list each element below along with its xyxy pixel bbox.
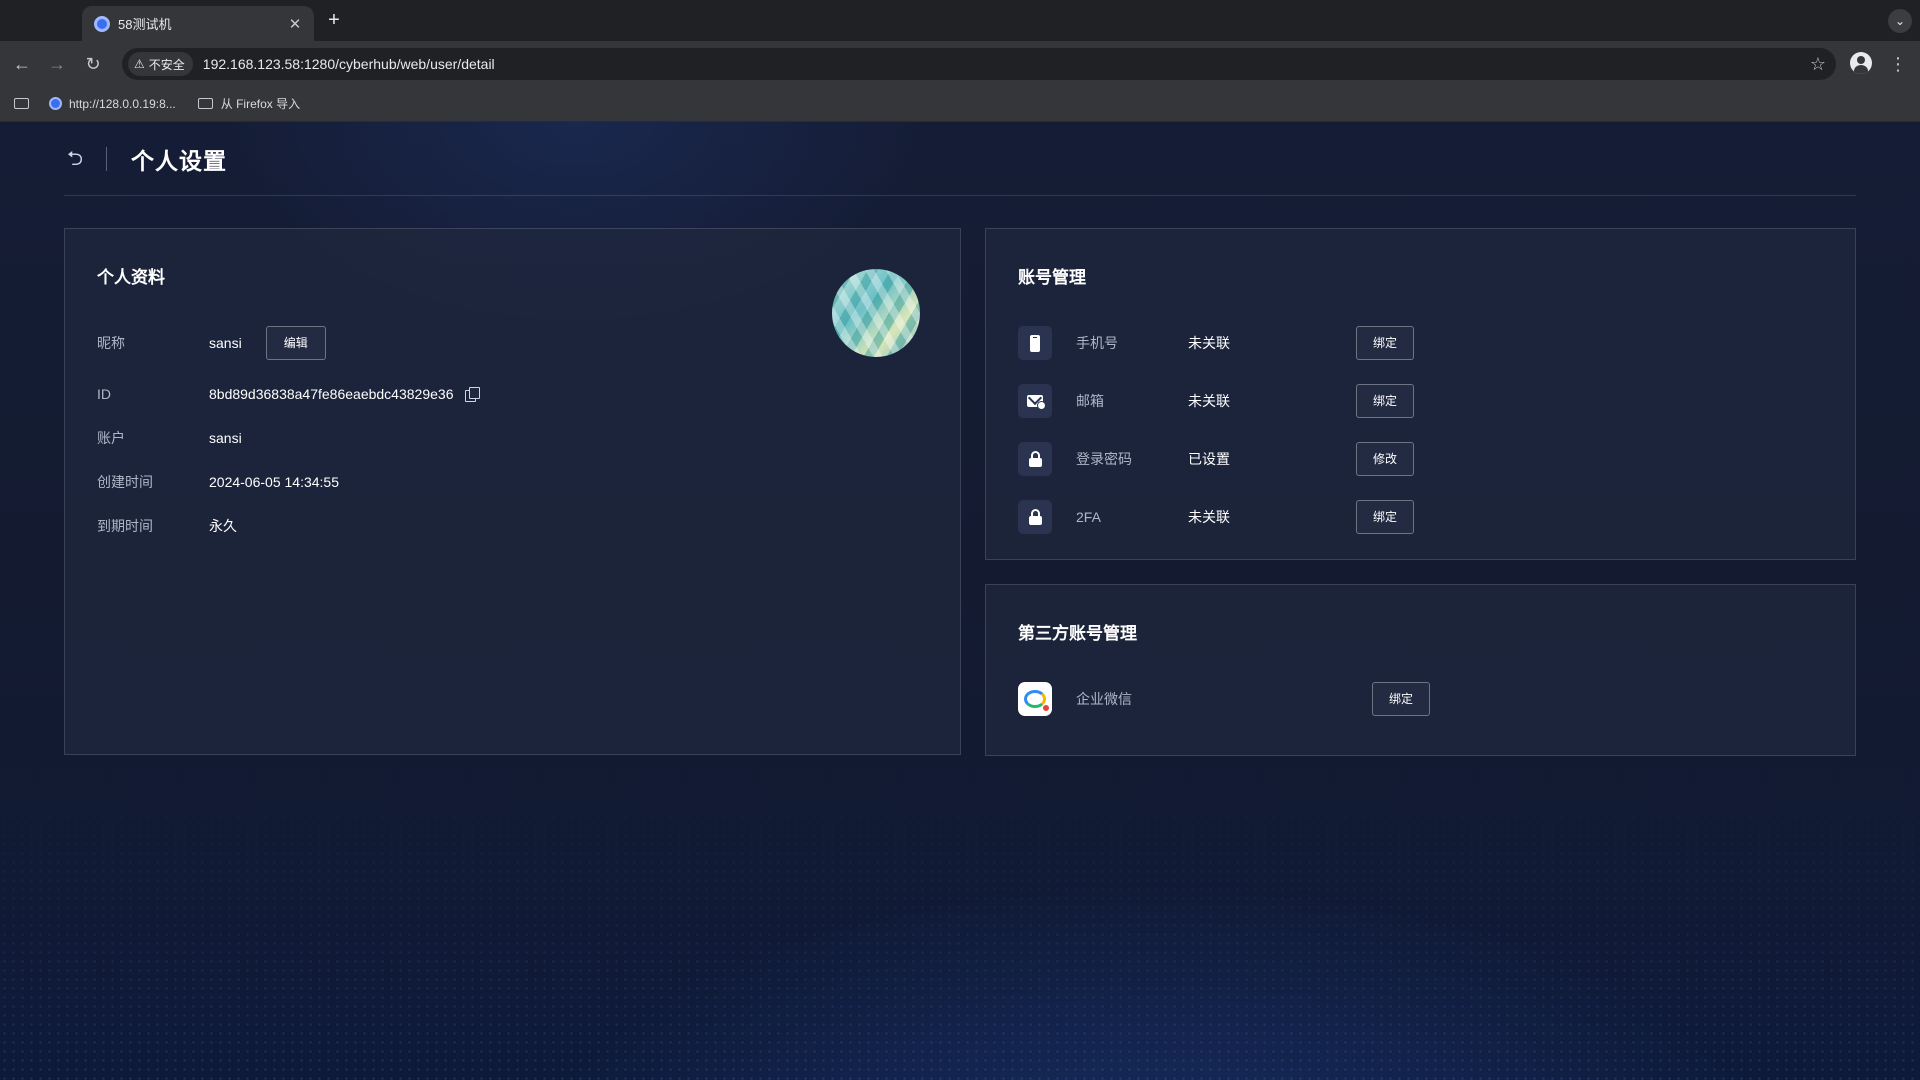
bind-wecom-button[interactable]: 绑定 <box>1372 682 1430 716</box>
bookmark-folder[interactable]: 从 Firefox 导入 <box>197 95 301 112</box>
site-favicon-icon <box>49 97 62 110</box>
bind-phone-button[interactable]: 绑定 <box>1356 326 1414 360</box>
address-bar[interactable]: ⚠ 不安全 192.168.123.58:1280/cyberhub/web/u… <box>122 48 1836 80</box>
account-label: 手机号 <box>1076 335 1118 351</box>
back-arrow-icon[interactable]: ← <box>9 51 35 77</box>
info-row-id: ID 8bd89d36838a47fe86eaebdc43829e36 <box>97 377 481 411</box>
bind-email-button[interactable]: 绑定 <box>1356 384 1414 418</box>
third-party-card-title: 第三方账号管理 <box>1018 624 1137 643</box>
info-row-account: 账户 sansi <box>97 421 242 455</box>
info-row-expiry: 到期时间 永久 <box>97 509 237 543</box>
url-text[interactable]: 192.168.123.58:1280/cyberhub/web/user/de… <box>203 56 1800 72</box>
background-dots <box>0 750 1920 1080</box>
browser-tabstrip: 58测试机 ✕ + ⌄ <box>0 0 1920 41</box>
third-party-label: 企业微信 <box>1076 691 1132 707</box>
third-party-card: 第三方账号管理 企业微信 绑定 <box>985 584 1856 756</box>
account-label: 2FA <box>1076 509 1101 525</box>
account-label: 登录密码 <box>1076 451 1132 467</box>
tab-title: 58测试机 <box>118 17 172 32</box>
account-label: 邮箱 <box>1076 393 1104 409</box>
mail-icon <box>1018 384 1052 418</box>
info-value: 2024-06-05 14:34:55 <box>209 474 339 490</box>
account-status: 未关联 <box>1188 509 1230 525</box>
browser-menu-icon[interactable]: ⋮ <box>1888 51 1908 77</box>
security-chip[interactable]: ⚠ 不安全 <box>128 52 193 76</box>
page-title: 个人设置 <box>131 147 227 174</box>
info-row-created: 创建时间 2024-06-05 14:34:55 <box>97 465 339 499</box>
page-viewport: ⮌ 个人设置 个人资料 昵称 sansi 编辑 ID 8bd89d36838a4… <box>0 122 1920 1080</box>
edit-nickname-button[interactable]: 编辑 <box>265 326 326 360</box>
info-value: 8bd89d36838a47fe86eaebdc43829e36 <box>209 386 454 402</box>
back-icon[interactable]: ⮌ <box>64 148 86 170</box>
copy-icon[interactable] <box>465 387 481 402</box>
third-party-row-wecom: 企业微信 绑定 <box>1018 681 1430 717</box>
bookmarks-bar: http://128.0.0.19:8... 从 Firefox 导入 <box>0 86 1920 122</box>
forward-arrow-icon[interactable]: → <box>44 51 70 77</box>
profile-avatar-icon[interactable] <box>1850 52 1872 74</box>
lock-icon <box>1018 500 1052 534</box>
site-favicon-icon <box>94 15 110 32</box>
apps-folder-icon[interactable] <box>14 98 29 109</box>
profile-card: 个人资料 昵称 sansi 编辑 ID 8bd89d36838a47fe86ea… <box>64 228 961 755</box>
account-card: 账号管理 手机号 未关联 绑定 邮箱 未关联 绑定 登录密码 已设置 修改 2F… <box>985 228 1856 560</box>
profile-card-title: 个人资料 <box>97 268 165 287</box>
account-status: 未关联 <box>1188 393 1230 409</box>
info-label: ID <box>97 386 111 402</box>
bookmark-item[interactable]: http://128.0.0.19:8... <box>49 97 176 111</box>
info-value: sansi <box>209 335 242 351</box>
browser-toolbar: ← → ↻ ⚠ 不安全 192.168.123.58:1280/cyberhub… <box>0 41 1920 86</box>
account-row-2fa: 2FA 未关联 绑定 <box>1018 499 1414 535</box>
info-label: 到期时间 <box>97 518 153 534</box>
reload-icon[interactable]: ↻ <box>80 51 106 77</box>
new-tab-button[interactable]: + <box>322 9 346 33</box>
info-value: 永久 <box>209 518 237 534</box>
account-status: 未关联 <box>1188 335 1230 351</box>
phone-icon <box>1018 326 1052 360</box>
lock-icon <box>1018 442 1052 476</box>
user-avatar[interactable] <box>832 269 920 357</box>
account-row-phone: 手机号 未关联 绑定 <box>1018 325 1414 361</box>
info-value: sansi <box>209 430 242 446</box>
header-divider <box>106 146 107 171</box>
account-card-title: 账号管理 <box>1018 268 1086 287</box>
info-label: 昵称 <box>97 335 125 351</box>
close-tab-icon[interactable]: ✕ <box>286 15 304 33</box>
info-label: 创建时间 <box>97 474 153 490</box>
wecom-icon <box>1018 682 1052 716</box>
account-status: 已设置 <box>1188 451 1230 467</box>
security-label: 不安全 <box>148 57 185 72</box>
bookmark-star-icon[interactable]: ☆ <box>1800 54 1836 75</box>
browser-tab[interactable]: 58测试机 ✕ <box>82 6 314 41</box>
page-header: ⮌ 个人设置 <box>64 122 1856 196</box>
bookmark-label: http://128.0.0.19:8... <box>69 96 176 111</box>
warning-icon: ⚠ <box>134 57 145 71</box>
tab-search-button[interactable]: ⌄ <box>1888 9 1912 33</box>
folder-icon <box>197 98 213 109</box>
bind-2fa-button[interactable]: 绑定 <box>1356 500 1414 534</box>
info-label: 账户 <box>97 430 125 446</box>
bookmark-label: 从 Firefox 导入 <box>220 97 301 111</box>
change-password-button[interactable]: 修改 <box>1356 442 1414 476</box>
account-row-password: 登录密码 已设置 修改 <box>1018 441 1414 477</box>
account-row-email: 邮箱 未关联 绑定 <box>1018 383 1414 419</box>
info-row-nickname: 昵称 sansi 编辑 <box>97 326 326 360</box>
